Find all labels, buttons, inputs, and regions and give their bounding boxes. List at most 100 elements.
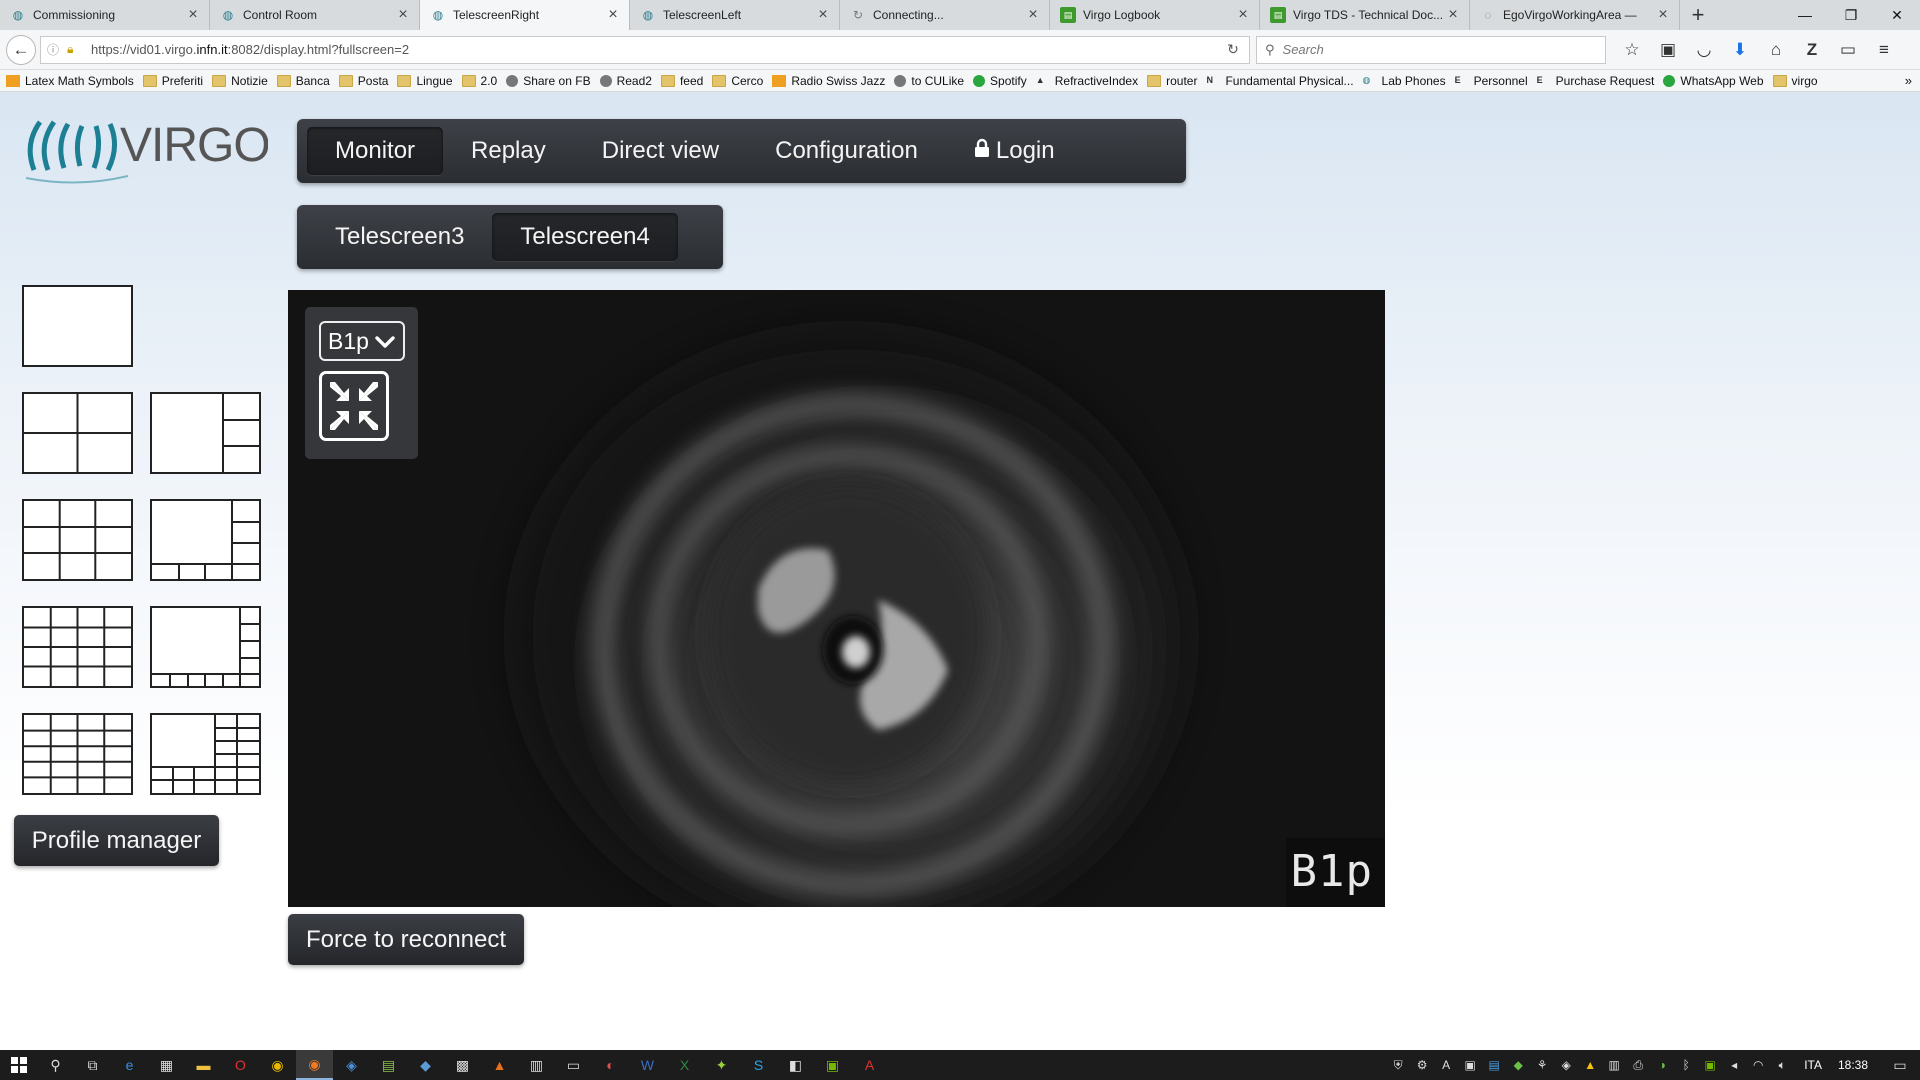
pocket-icon[interactable]: ◡ (1686, 35, 1722, 65)
insecure-lock-icon[interactable]: 🔒︎ (67, 42, 83, 57)
force-reconnect-button[interactable]: Force to reconnect (288, 914, 524, 965)
skype-icon[interactable]: S (740, 1050, 777, 1080)
terminal-icon[interactable]: ▭ (555, 1050, 592, 1080)
bookmark-item[interactable]: Radio Swiss Jazz (772, 74, 885, 88)
bookmark-folder[interactable]: Posta (338, 74, 388, 88)
wifi-icon[interactable]: ◠ (1746, 1050, 1770, 1080)
close-icon[interactable]: × (185, 6, 201, 24)
app-icon[interactable]: ◐ (592, 1050, 629, 1080)
home-icon[interactable]: ⌂ (1758, 35, 1794, 65)
windows-start-icon[interactable] (0, 1050, 37, 1080)
app-icon[interactable]: ◧ (777, 1050, 814, 1080)
shield-icon[interactable]: ⛨ (1386, 1050, 1410, 1080)
file-explorer-icon[interactable]: ▬ (185, 1050, 222, 1080)
thunderbird-icon[interactable]: ◈ (333, 1050, 370, 1080)
bookmark-folder[interactable]: 2.0 (461, 74, 497, 88)
language-indicator[interactable]: ITA (1804, 1058, 1822, 1072)
app-icon[interactable]: ▩ (444, 1050, 481, 1080)
layout-2x2[interactable] (22, 392, 133, 474)
layout-4x4[interactable] (22, 606, 133, 688)
printer-icon[interactable]: ⎙ (1626, 1050, 1650, 1080)
opera-icon[interactable]: O (222, 1050, 259, 1080)
browser-tab[interactable]: ◌ EgoVirgoWorkingArea — × (1470, 0, 1680, 30)
bookmark-folder[interactable]: feed (660, 74, 703, 88)
close-icon[interactable]: × (1235, 6, 1251, 24)
layout-1-plus-9[interactable] (150, 713, 261, 795)
info-icon[interactable]: ⓘ (47, 41, 63, 58)
app-tray-icon[interactable]: ▤ (1482, 1050, 1506, 1080)
app-tray-icon[interactable]: ◑ (1650, 1050, 1674, 1080)
app-tray-icon[interactable]: ◆ (1506, 1050, 1530, 1080)
close-icon[interactable]: × (605, 6, 621, 24)
camera-select[interactable]: B1p (319, 321, 405, 361)
app-icon[interactable]: ◆ (407, 1050, 444, 1080)
bookmark-item[interactable]: E Purchase Request (1537, 74, 1655, 88)
layout-5x4[interactable] (22, 713, 133, 795)
bookmark-item[interactable]: Latex Math Symbols (6, 74, 134, 88)
bookmark-folder[interactable]: router (1147, 74, 1197, 88)
browser-tab[interactable]: ◍ Control Room × (210, 0, 420, 30)
app-icon[interactable]: ✦ (703, 1050, 740, 1080)
bookmark-item[interactable]: Spotify (973, 74, 1027, 88)
notepad-icon[interactable]: ▤ (370, 1050, 407, 1080)
browser-tab[interactable]: ◍ Commissioning × (0, 0, 210, 30)
layout-1-plus-3[interactable] (150, 392, 261, 474)
bookmark-folder[interactable]: virgo (1772, 74, 1818, 88)
new-tab-button[interactable]: + (1680, 0, 1716, 30)
app-tray-icon[interactable]: A (1434, 1050, 1458, 1080)
close-window-icon[interactable]: ✕ (1874, 0, 1920, 30)
minimize-icon[interactable]: — (1782, 0, 1828, 30)
app-tray-icon[interactable]: ⚘ (1530, 1050, 1554, 1080)
clock[interactable]: 18:38 (1838, 1058, 1868, 1072)
network-tray-icon[interactable]: ⚙ (1410, 1050, 1434, 1080)
bookmark-item[interactable]: WhatsApp Web (1663, 74, 1764, 88)
back-arrow-icon[interactable]: ← (6, 34, 36, 65)
tab-telescreen3[interactable]: Telescreen3 (307, 213, 492, 261)
task-view-icon[interactable]: ⧉ (74, 1050, 111, 1080)
reload-icon[interactable]: ↻ (1223, 41, 1243, 58)
close-icon[interactable]: × (395, 6, 411, 24)
search-input[interactable]: ⚲ Search (1256, 35, 1606, 64)
download-icon[interactable]: ⬇ (1722, 35, 1758, 65)
bookmark-item[interactable]: N Fundamental Physical... (1206, 74, 1353, 88)
search-icon[interactable]: ⚲ (37, 1050, 74, 1080)
nvidia-tray-icon[interactable]: ▣ (1698, 1050, 1722, 1080)
app-tray-icon[interactable]: ▥ (1602, 1050, 1626, 1080)
bookmark-folder[interactable]: Banca (276, 74, 330, 88)
chrome-icon[interactable]: ◉ (259, 1050, 296, 1080)
restore-icon[interactable]: ❐ (1828, 0, 1874, 30)
google-drive-icon[interactable]: ▲ (1578, 1050, 1602, 1080)
browser-tab-active[interactable]: ◍ TelescreenRight × (420, 0, 630, 30)
zotero-icon[interactable]: Z (1794, 35, 1830, 65)
close-icon[interactable]: × (815, 6, 831, 24)
browser-tab[interactable]: ◍ TelescreenLeft × (630, 0, 840, 30)
layout-1x1[interactable] (22, 285, 133, 367)
nav-direct-view[interactable]: Direct view (574, 127, 747, 175)
bluetooth-icon[interactable]: ᛒ (1674, 1050, 1698, 1080)
app-tray-icon[interactable]: ▣ (1458, 1050, 1482, 1080)
chevron-left-icon[interactable]: ◂ (1722, 1050, 1746, 1080)
firefox-icon[interactable]: ◉ (296, 1050, 333, 1080)
store-icon[interactable]: ▦ (148, 1050, 185, 1080)
tab-telescreen4[interactable]: Telescreen4 (492, 213, 678, 261)
notification-icon[interactable]: ▭ (1880, 1050, 1920, 1080)
layout-1-plus-7[interactable] (150, 606, 261, 688)
close-icon[interactable]: × (1445, 6, 1461, 24)
bookmark-item[interactable]: Read2 (599, 74, 652, 88)
layout-3x3[interactable] (22, 499, 133, 581)
close-icon[interactable]: × (1025, 6, 1041, 24)
edge-icon[interactable]: e (111, 1050, 148, 1080)
bookmark-item[interactable]: ◍ Lab Phones (1363, 74, 1446, 88)
clipboard-icon[interactable]: ▣ (1650, 35, 1686, 65)
bookmark-folder[interactable]: Preferiti (142, 74, 203, 88)
matlab-icon[interactable]: ▲ (481, 1050, 518, 1080)
exit-fullscreen-button[interactable] (319, 371, 389, 441)
profile-manager-button[interactable]: Profile manager (14, 815, 219, 866)
camera-view[interactable]: B1p B1p (288, 290, 1385, 907)
nvidia-icon[interactable]: ▣ (814, 1050, 851, 1080)
star-icon[interactable]: ☆ (1614, 35, 1650, 65)
bookmark-item[interactable]: Share on FB (506, 74, 591, 88)
address-bar[interactable]: ⓘ 🔒︎ https://vid01.virgo.infn.it:8082/di… (40, 35, 1250, 64)
app-tray-icon[interactable]: ◈ (1554, 1050, 1578, 1080)
bookmark-item[interactable]: ▲ RefractiveIndex (1036, 74, 1138, 88)
